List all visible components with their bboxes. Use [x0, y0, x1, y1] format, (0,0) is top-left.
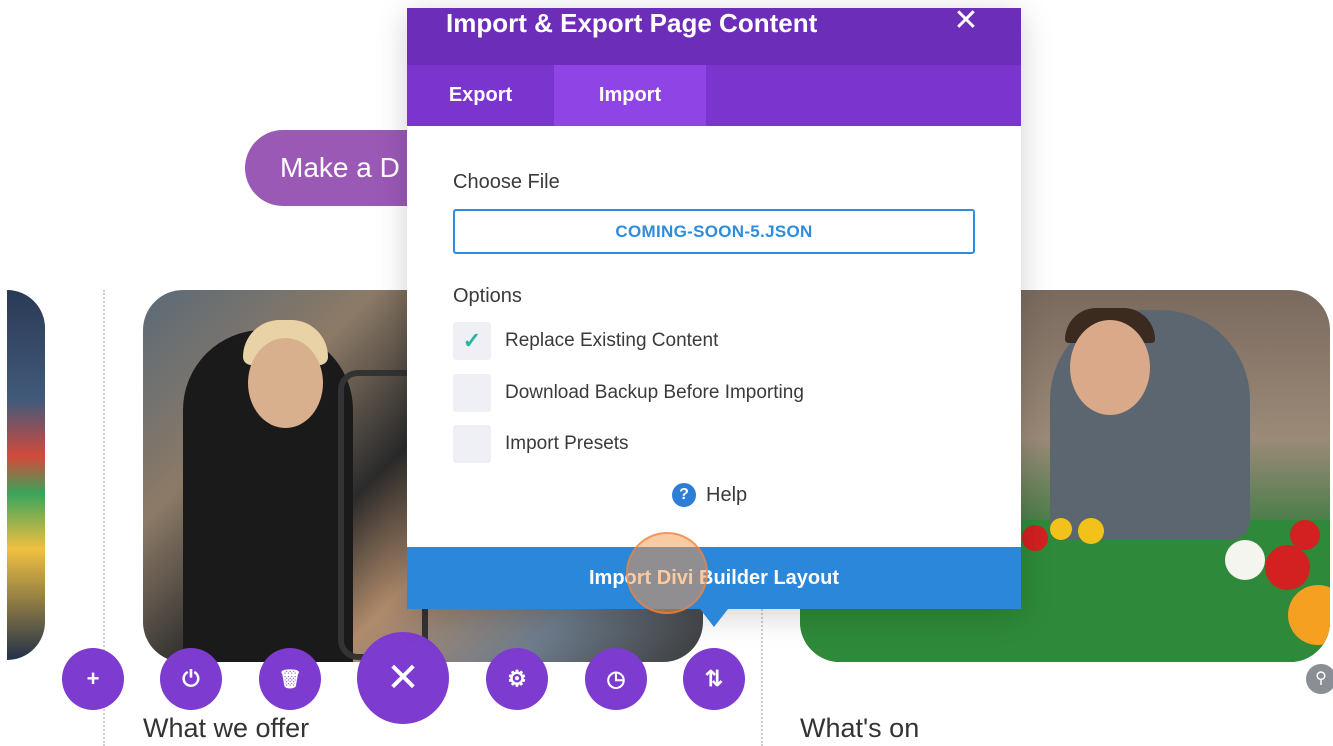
clear-layout-button[interactable]: 🗑: [259, 648, 321, 710]
person-head: [248, 338, 323, 428]
snooker-ball: [1050, 518, 1072, 540]
tab-export[interactable]: Export: [407, 65, 554, 126]
power-icon: ⏻: [182, 666, 200, 691]
image-left: [7, 290, 45, 660]
player-head: [1070, 320, 1150, 415]
snooker-ball: [1078, 518, 1104, 544]
file-input[interactable]: COMING-SOON-5.JSON: [453, 209, 975, 254]
modal-title: Import & Export Page Content: [446, 8, 818, 38]
help-label: Help: [706, 483, 748, 506]
help-icon: ?: [672, 483, 696, 507]
gear-icon: ⚙: [507, 666, 527, 691]
section-title-what-we-offer: What we offer: [143, 713, 310, 743]
choose-file-label: Choose File: [453, 171, 560, 193]
snooker-ball: [1225, 540, 1265, 580]
help-link[interactable]: ? Help: [672, 483, 747, 507]
close-icon[interactable]: ✕: [951, 6, 981, 38]
close-icon: ✕: [386, 656, 420, 700]
click-indicator: [626, 532, 708, 614]
tab-import[interactable]: Import: [554, 65, 706, 126]
option-label: Replace Existing Content: [505, 330, 719, 351]
plus-icon: +: [86, 666, 100, 691]
checkbox-download-backup[interactable]: [453, 374, 491, 412]
import-layout-button[interactable]: Import Divi Builder Layout: [407, 547, 1021, 609]
add-module-button[interactable]: +: [62, 648, 124, 710]
save-to-library-button[interactable]: ⏻: [160, 648, 222, 710]
snooker-ball: [1290, 520, 1320, 550]
page-settings-button[interactable]: ⚙: [486, 648, 548, 710]
section-title-whats-on: What's on: [800, 713, 920, 743]
option-label: Download Backup Before Importing: [505, 382, 804, 403]
modal-body: Choose File COMING-SOON-5.JSON Options ✓…: [407, 126, 1021, 548]
options-label: Options: [453, 285, 522, 307]
checkbox-import-presets[interactable]: [453, 425, 491, 463]
import-export-modal: Import & Export Page Content ✕ Export Im…: [407, 6, 1021, 627]
modal-tabs: Export Import: [407, 65, 1021, 126]
modal-pointer-arrow: [700, 609, 728, 627]
trash-icon: 🗑: [278, 668, 302, 689]
history-button[interactable]: ◷: [585, 648, 647, 710]
close-builder-button[interactable]: ✕: [357, 632, 449, 724]
option-replace-existing[interactable]: ✓ Replace Existing Content: [453, 322, 718, 360]
check-icon: ✓: [462, 328, 482, 353]
option-download-backup[interactable]: Download Backup Before Importing: [453, 374, 804, 412]
modal-header: Import & Export Page Content ✕: [407, 6, 1021, 65]
checkbox-replace-existing[interactable]: ✓: [453, 322, 491, 360]
magnify-icon[interactable]: ⚲: [1306, 664, 1333, 694]
sort-arrows-icon: ⇅: [704, 666, 724, 691]
snooker-ball: [1022, 525, 1048, 551]
option-import-presets[interactable]: Import Presets: [453, 425, 629, 463]
snooker-ball: [1265, 545, 1310, 590]
option-label: Import Presets: [505, 433, 629, 454]
clock-icon: ◷: [606, 666, 626, 691]
portability-button[interactable]: ⇅: [683, 648, 745, 710]
